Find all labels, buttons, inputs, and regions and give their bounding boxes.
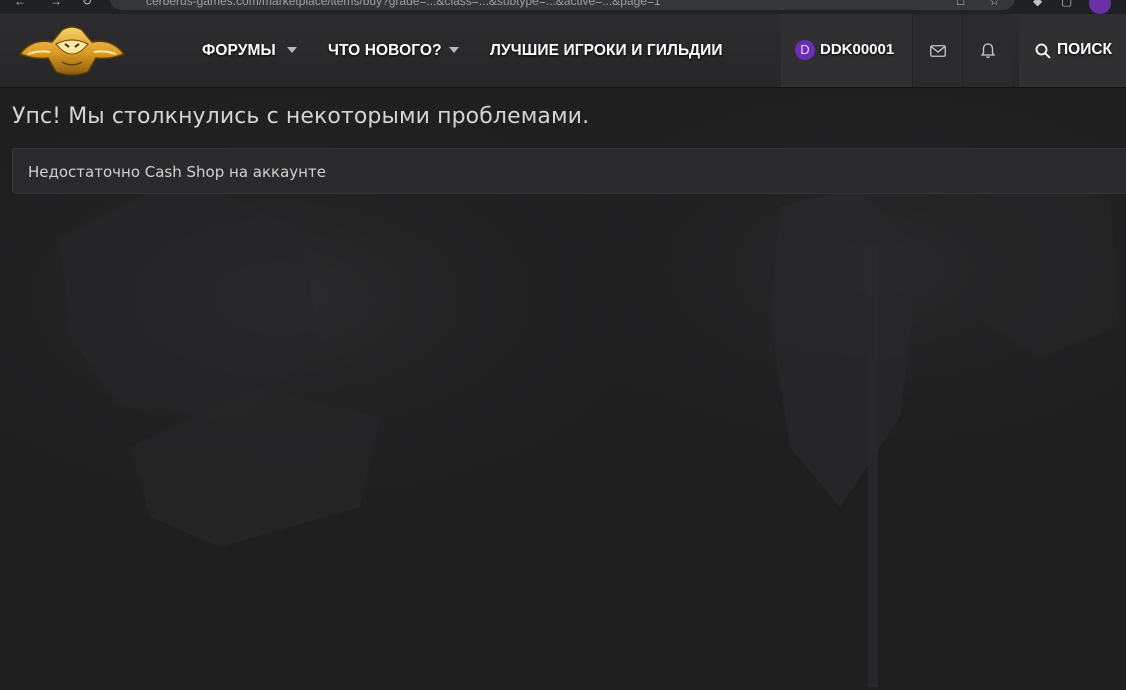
- forward-icon[interactable]: →: [50, 0, 62, 8]
- nav-top-players-label: ЛУЧШИЕ ИГРОКИ И ГИЛЬДИИ: [490, 41, 723, 59]
- bookmark-star-icon[interactable]: ☆: [989, 0, 1000, 8]
- nav-whats-new[interactable]: ЧТО НОВОГО?: [328, 14, 442, 87]
- nav-whats-new-label: ЧТО НОВОГО?: [328, 41, 442, 59]
- avatar: D: [795, 40, 815, 60]
- reload-icon[interactable]: ↻: [82, 0, 92, 8]
- address-bar-url[interactable]: cerberus-games.com/marketplace/items/buy…: [146, 0, 661, 8]
- nav-whats-new-dropdown-icon[interactable]: [449, 47, 459, 53]
- user-menu[interactable]: D DDK00001: [781, 14, 912, 87]
- site-logo[interactable]: [18, 24, 126, 76]
- alerts-button[interactable]: [962, 14, 1012, 87]
- error-message-box: Недостаточно Cash Shop на аккаунте: [12, 148, 1126, 194]
- bell-icon: [980, 42, 995, 58]
- share-icon[interactable]: □: [957, 0, 964, 8]
- page-title: Упс! Мы столкнулись с некоторыми проблем…: [12, 104, 590, 129]
- extensions-icon[interactable]: ◆: [1033, 0, 1042, 8]
- nav-forums-label: ФОРУМЫ: [202, 41, 276, 59]
- search-button[interactable]: ПОИСК: [1019, 14, 1126, 87]
- nav-top-players[interactable]: ЛУЧШИЕ ИГРОКИ И ГИЛЬДИИ: [490, 14, 723, 87]
- page: ← → ↻ cerberus-games.com/marketplace/ite…: [0, 0, 1126, 690]
- error-message: Недостаточно Cash Shop на аккаунте: [28, 163, 326, 181]
- browser-profile-avatar[interactable]: [1089, 0, 1111, 14]
- back-icon[interactable]: ←: [14, 0, 26, 8]
- envelope-icon: [929, 44, 946, 57]
- inbox-button[interactable]: [912, 14, 962, 87]
- site-header: ФОРУМЫ ЧТО НОВОГО? ЛУЧШИЕ ИГРОКИ И ГИЛЬД…: [0, 14, 1126, 88]
- nav-forums[interactable]: ФОРУМЫ: [202, 14, 276, 87]
- window-icon[interactable]: ▢: [1061, 0, 1072, 8]
- nav-forums-dropdown-icon[interactable]: [287, 47, 297, 53]
- username: DDK00001: [820, 41, 895, 58]
- search-label: ПОИСК: [1057, 41, 1112, 58]
- search-icon: [1035, 43, 1051, 59]
- browser-toolbar: ← → ↻ cerberus-games.com/marketplace/ite…: [0, 0, 1126, 14]
